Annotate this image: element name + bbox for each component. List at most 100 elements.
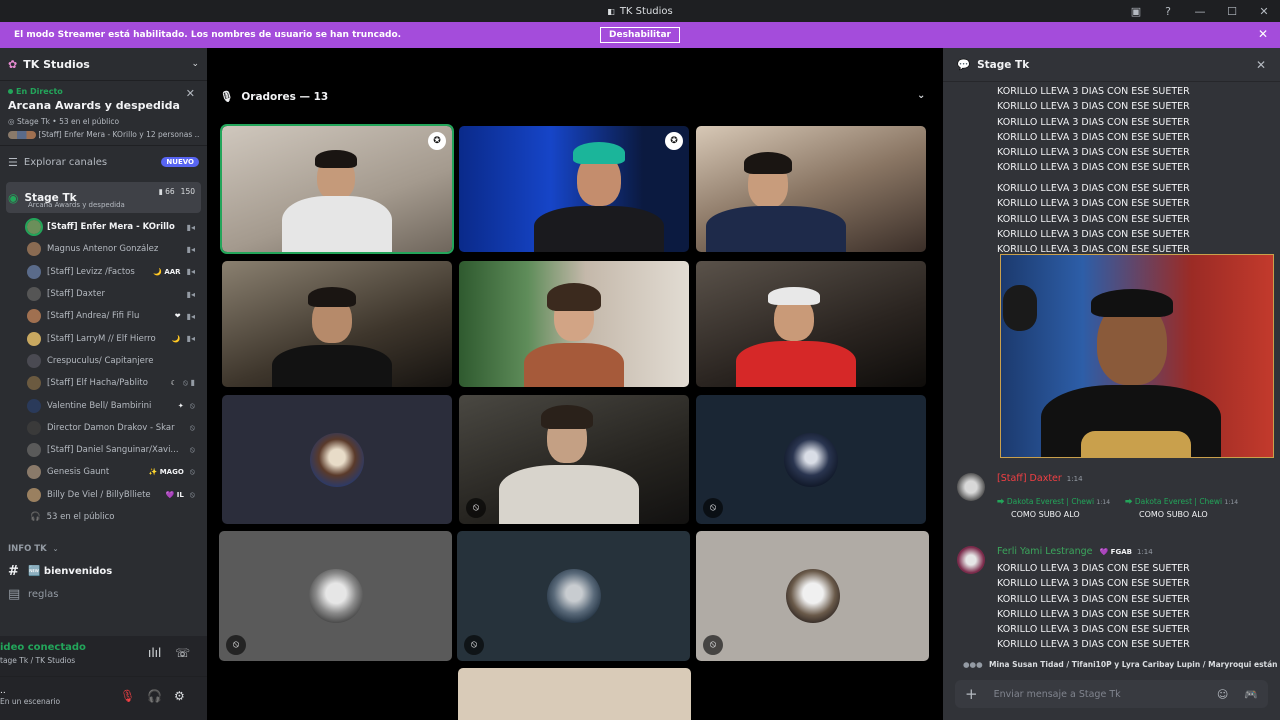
attach-plus-icon[interactable]: + [965, 685, 978, 703]
category-info-tk[interactable]: INFO TK ⌄ [0, 538, 207, 560]
new-badge: NUEVO [161, 157, 199, 167]
user-name[interactable]: .. [0, 686, 6, 696]
speaker-tile[interactable] [458, 668, 691, 720]
message-text: KORILLO LLEVA 3 DIAS CON ESE SUETER [997, 101, 1190, 113]
stage-member-item[interactable]: Billy De Viel / BillyBlliete 💜 IL ⦸ [0, 484, 207, 506]
member-tag: 🌙 [171, 334, 181, 343]
text-channel-item[interactable]: ▤ reglas [0, 583, 207, 606]
message-text: KORILLO LLEVA 3 DIAS CON ESE SUETER [997, 228, 1190, 240]
gamepad-icon[interactable]: 🎮 [1244, 688, 1258, 701]
maximize-button[interactable]: ☐ [1216, 5, 1248, 18]
stage-member-item[interactable]: Magnus Antenor González ▮◂ [0, 238, 207, 260]
server-name: TK Studios [23, 57, 90, 71]
member-avatar [27, 242, 41, 257]
member-name: [Staff] Enfer Mera - KOrillo [47, 222, 175, 233]
picture-in-picture-video[interactable] [1000, 254, 1274, 458]
stage-member-item[interactable]: [Staff] Daniel Sanguinar/Xavi... ⦸ [0, 439, 207, 461]
close-window-button[interactable]: ✕ [1248, 5, 1280, 18]
stage-view: 🎙 Oradores — 13 ⌄ ✪ ✪ ⦸ ⦸ ⦸ ⦸ ⦸ [207, 48, 940, 720]
speaker-video [272, 345, 392, 387]
speaker-tile[interactable]: ✪ [220, 124, 454, 254]
speaker-tile[interactable]: ⦸ [457, 531, 690, 661]
streamer-mode-banner: El modo Streamer está habilitado. Los no… [0, 22, 1280, 48]
reply-preview[interactable]: ⮕ Dakota Everest | Chewi 1:14 COMO SUBO … [1125, 496, 1238, 519]
live-indicator: En Directo [8, 87, 199, 96]
stage-member-item[interactable]: [Staff] LarryM // Elf Hierro 🌙 ▮◂ [0, 327, 207, 349]
listener-count: 150 [180, 187, 195, 196]
speaker-tile[interactable] [696, 261, 926, 387]
muted-icon: ⦸ [189, 422, 195, 432]
speaker-tile[interactable]: ⦸ [696, 531, 929, 661]
chevron-down-icon[interactable]: ⌄ [917, 90, 925, 101]
headphones-icon[interactable]: 🎧 [147, 689, 162, 703]
member-avatar [27, 465, 41, 480]
voice-connected-panel: ideo conectado tage Tk / TK Studios ılıl… [0, 636, 207, 676]
speaker-video [499, 465, 639, 524]
stage-member-item[interactable]: [Staff] Levizz /Factos 🌙 AAR ▮◂ [0, 261, 207, 283]
user-status: En un escenario [0, 697, 61, 706]
channels-list-icon: ☰ [8, 155, 18, 169]
live-event-card[interactable]: En Directo Arcana Awards y despedida ◎ S… [0, 81, 207, 146]
stage-member-item[interactable]: [Staff] Enfer Mera - KOrillo ▮◂ [0, 216, 207, 238]
disable-streamer-button[interactable]: Deshabilitar [600, 27, 680, 43]
member-name: [Staff] Daxter [47, 289, 105, 300]
server-header[interactable]: ✿ TK Studios ⌄ [0, 48, 207, 81]
author-avatar[interactable] [957, 473, 985, 501]
speaker-avatars [8, 131, 36, 139]
speaker-tile[interactable]: ⦸ [459, 395, 689, 524]
text-channel-item[interactable]: # 🆕 bienvenidos [0, 560, 207, 583]
speakers-header[interactable]: 🎙 Oradores — 13 ⌄ [220, 90, 925, 103]
rules-icon: ▤ [8, 586, 21, 602]
speaker-tile[interactable] [222, 261, 452, 387]
member-name: Crespuculus/ Capitanjere [47, 355, 154, 366]
stage-member-item[interactable]: [Staff] Andrea/ Fifi Flu ❤ ▮◂ [0, 305, 207, 327]
mute-mic-icon[interactable]: 🎙 [120, 689, 135, 703]
stage-chat-panel: 💬 Stage Tk ✕ KORILLO LLEVA 3 DIAS CON ES… [943, 48, 1280, 720]
stage-channel-item[interactable]: ◉ Stage Tk Arcana Awards y despedida ▮ 6… [6, 182, 201, 213]
stage-member-item[interactable]: [Staff] Elf Hacha/Pablito ☾ ⦸ ▮ [0, 372, 207, 394]
reply-preview[interactable]: ⮕ Dakota Everest | Chewi 1:14 COMO SUBO … [997, 496, 1110, 519]
speaker-tile[interactable] [459, 261, 689, 387]
speaker-video [541, 405, 593, 429]
author-name[interactable]: [Staff] Daxter [997, 473, 1062, 484]
stage-member-item[interactable]: Director Damon Drakov - Skar ⦸ [0, 417, 207, 439]
server-icon: ✿ [8, 57, 18, 71]
stage-member-item[interactable]: Genesis Gaunt ✨ MAGO ⦸ [0, 461, 207, 483]
audience-count[interactable]: 🎧 53 en el público [0, 506, 207, 528]
speaker-tile[interactable] [696, 126, 926, 252]
help-icon[interactable]: ? [1152, 5, 1184, 18]
speaker-avatar [310, 432, 364, 487]
speaker-tile[interactable]: ⦸ [219, 531, 452, 661]
inbox-icon[interactable]: ▣ [1120, 5, 1152, 18]
chevron-down-icon: ⌄ [52, 544, 59, 553]
stage-member-item[interactable]: Valentine Bell/ Bambirini ✦ ⦸ [0, 394, 207, 416]
explore-channels[interactable]: ☰ Explorar canales NUEVO [0, 146, 207, 178]
message-input-placeholder[interactable]: Enviar mensaje a Stage Tk [994, 689, 1201, 700]
muted-mic-icon: ⦸ [703, 498, 723, 518]
speaker-tile[interactable] [222, 395, 452, 524]
settings-gear-icon[interactable]: ⚙ [174, 689, 185, 703]
reply-text: COMO SUBO ALO [1139, 510, 1208, 519]
disconnect-icon[interactable]: ☏ [175, 646, 190, 660]
moderator-badge-icon: ✪ [428, 132, 446, 150]
channel-logo [1081, 431, 1191, 457]
close-event-icon[interactable]: ✕ [186, 87, 195, 100]
stage-member-item[interactable]: [Staff] Daxter ▮◂ [0, 283, 207, 305]
typing-dots-icon: ●●● [963, 660, 983, 669]
chat-message: [Staff] Daxter 1:14 ⮕ Dakota Everest | Ch… [957, 473, 1277, 533]
close-banner-icon[interactable]: ✕ [1258, 27, 1268, 41]
speaker-tile[interactable]: ⦸ [696, 395, 926, 524]
reply-author: ⮕ Dakota Everest | Chewi 1:14 [1125, 497, 1239, 506]
author-avatar[interactable] [957, 546, 985, 574]
chat-message: Ferli Yami Lestrange 💜 FGAB 1:14 [957, 546, 1277, 574]
speaker-video [282, 196, 392, 252]
event-speakers: [Staff] Enfer Mera - KOrillo y 12 person… [8, 130, 199, 139]
stage-member-item[interactable]: Crespuculus/ Capitanjere [0, 350, 207, 372]
author-name[interactable]: Ferli Yami Lestrange [997, 546, 1093, 557]
minimize-button[interactable]: — [1184, 5, 1216, 18]
chat-input[interactable]: + Enviar mensaje a Stage Tk ☺ 🎮 [955, 680, 1268, 708]
emoji-icon[interactable]: ☺ [1217, 688, 1228, 701]
close-chat-icon[interactable]: ✕ [1256, 58, 1266, 72]
speaker-tile[interactable]: ✪ [459, 126, 689, 252]
noise-suppression-icon[interactable]: ılıl [148, 646, 161, 660]
